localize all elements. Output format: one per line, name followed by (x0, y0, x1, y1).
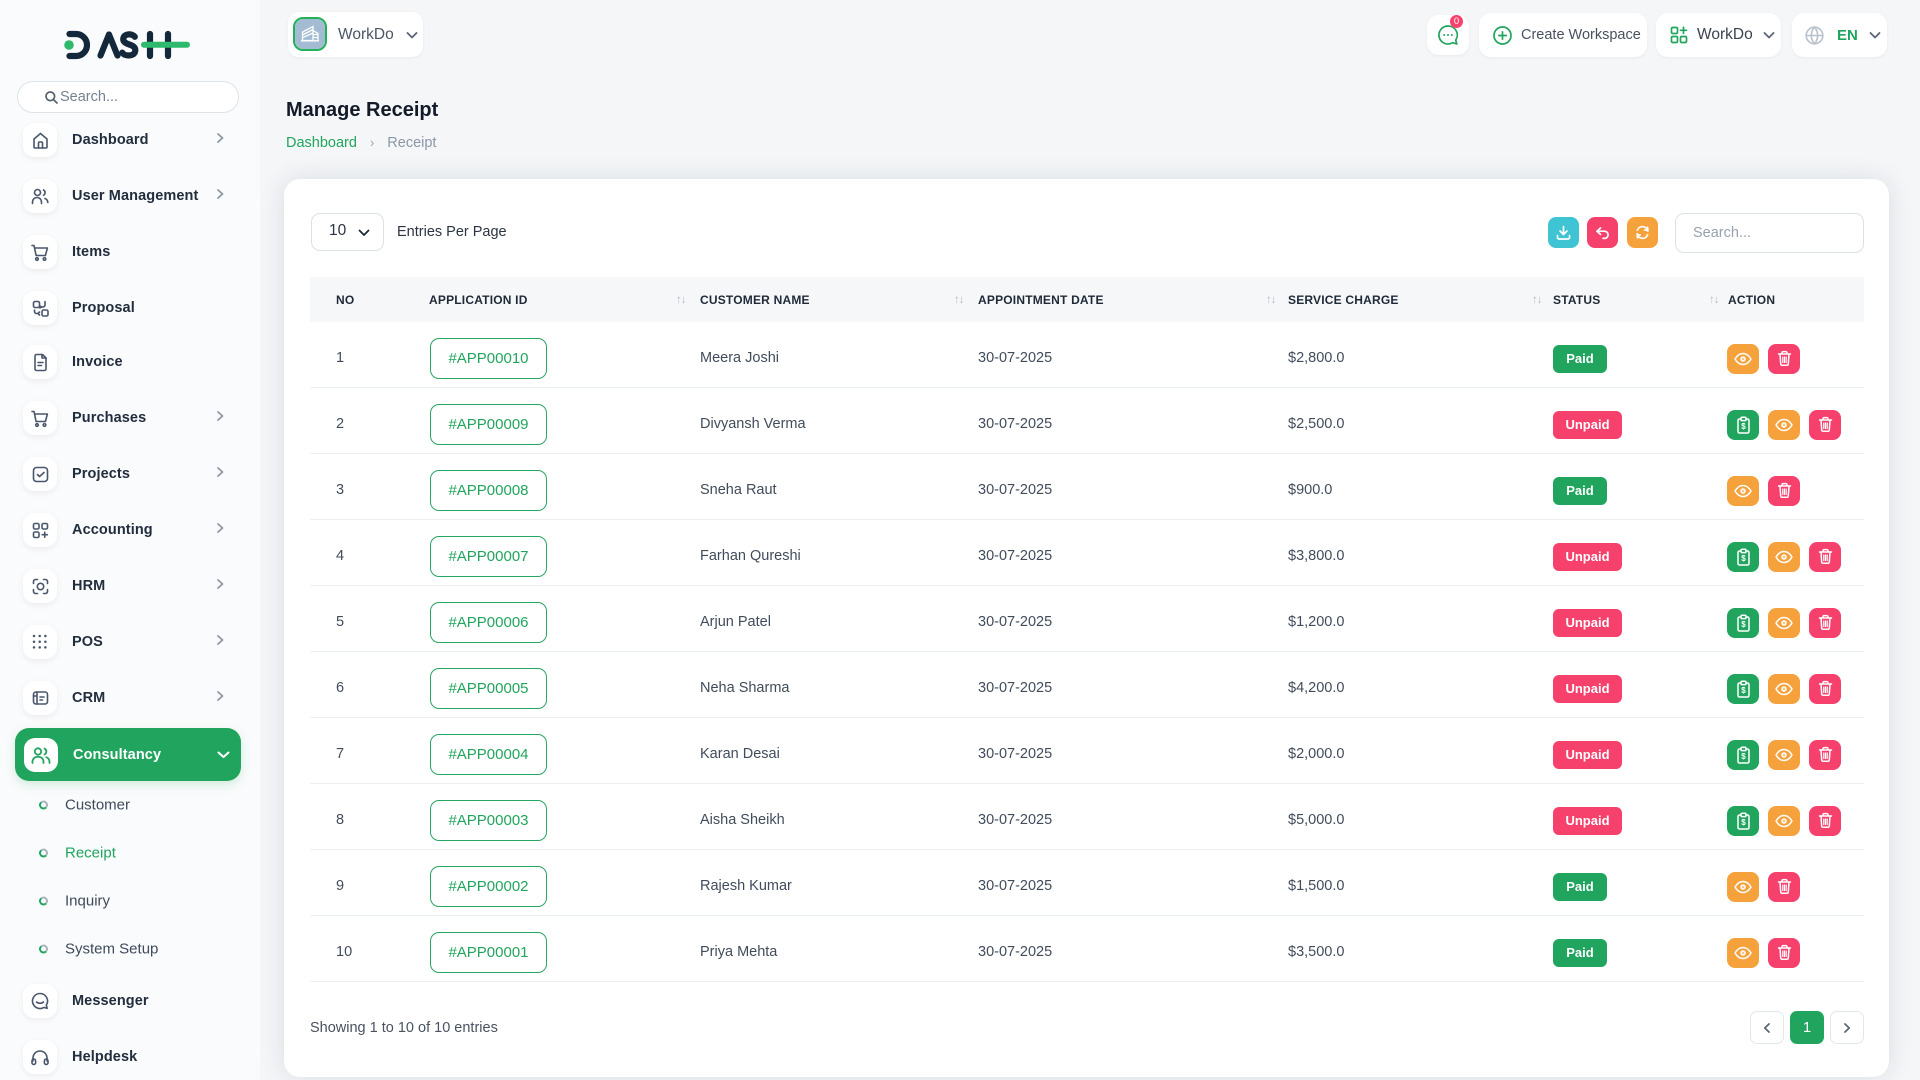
svg-text:$: $ (1741, 686, 1746, 695)
svg-text:$: $ (1741, 752, 1746, 761)
svg-text:$: $ (1741, 422, 1746, 431)
svg-text:$: $ (1741, 620, 1746, 629)
svg-text:$: $ (1741, 554, 1746, 563)
svg-text:$: $ (1741, 818, 1746, 827)
